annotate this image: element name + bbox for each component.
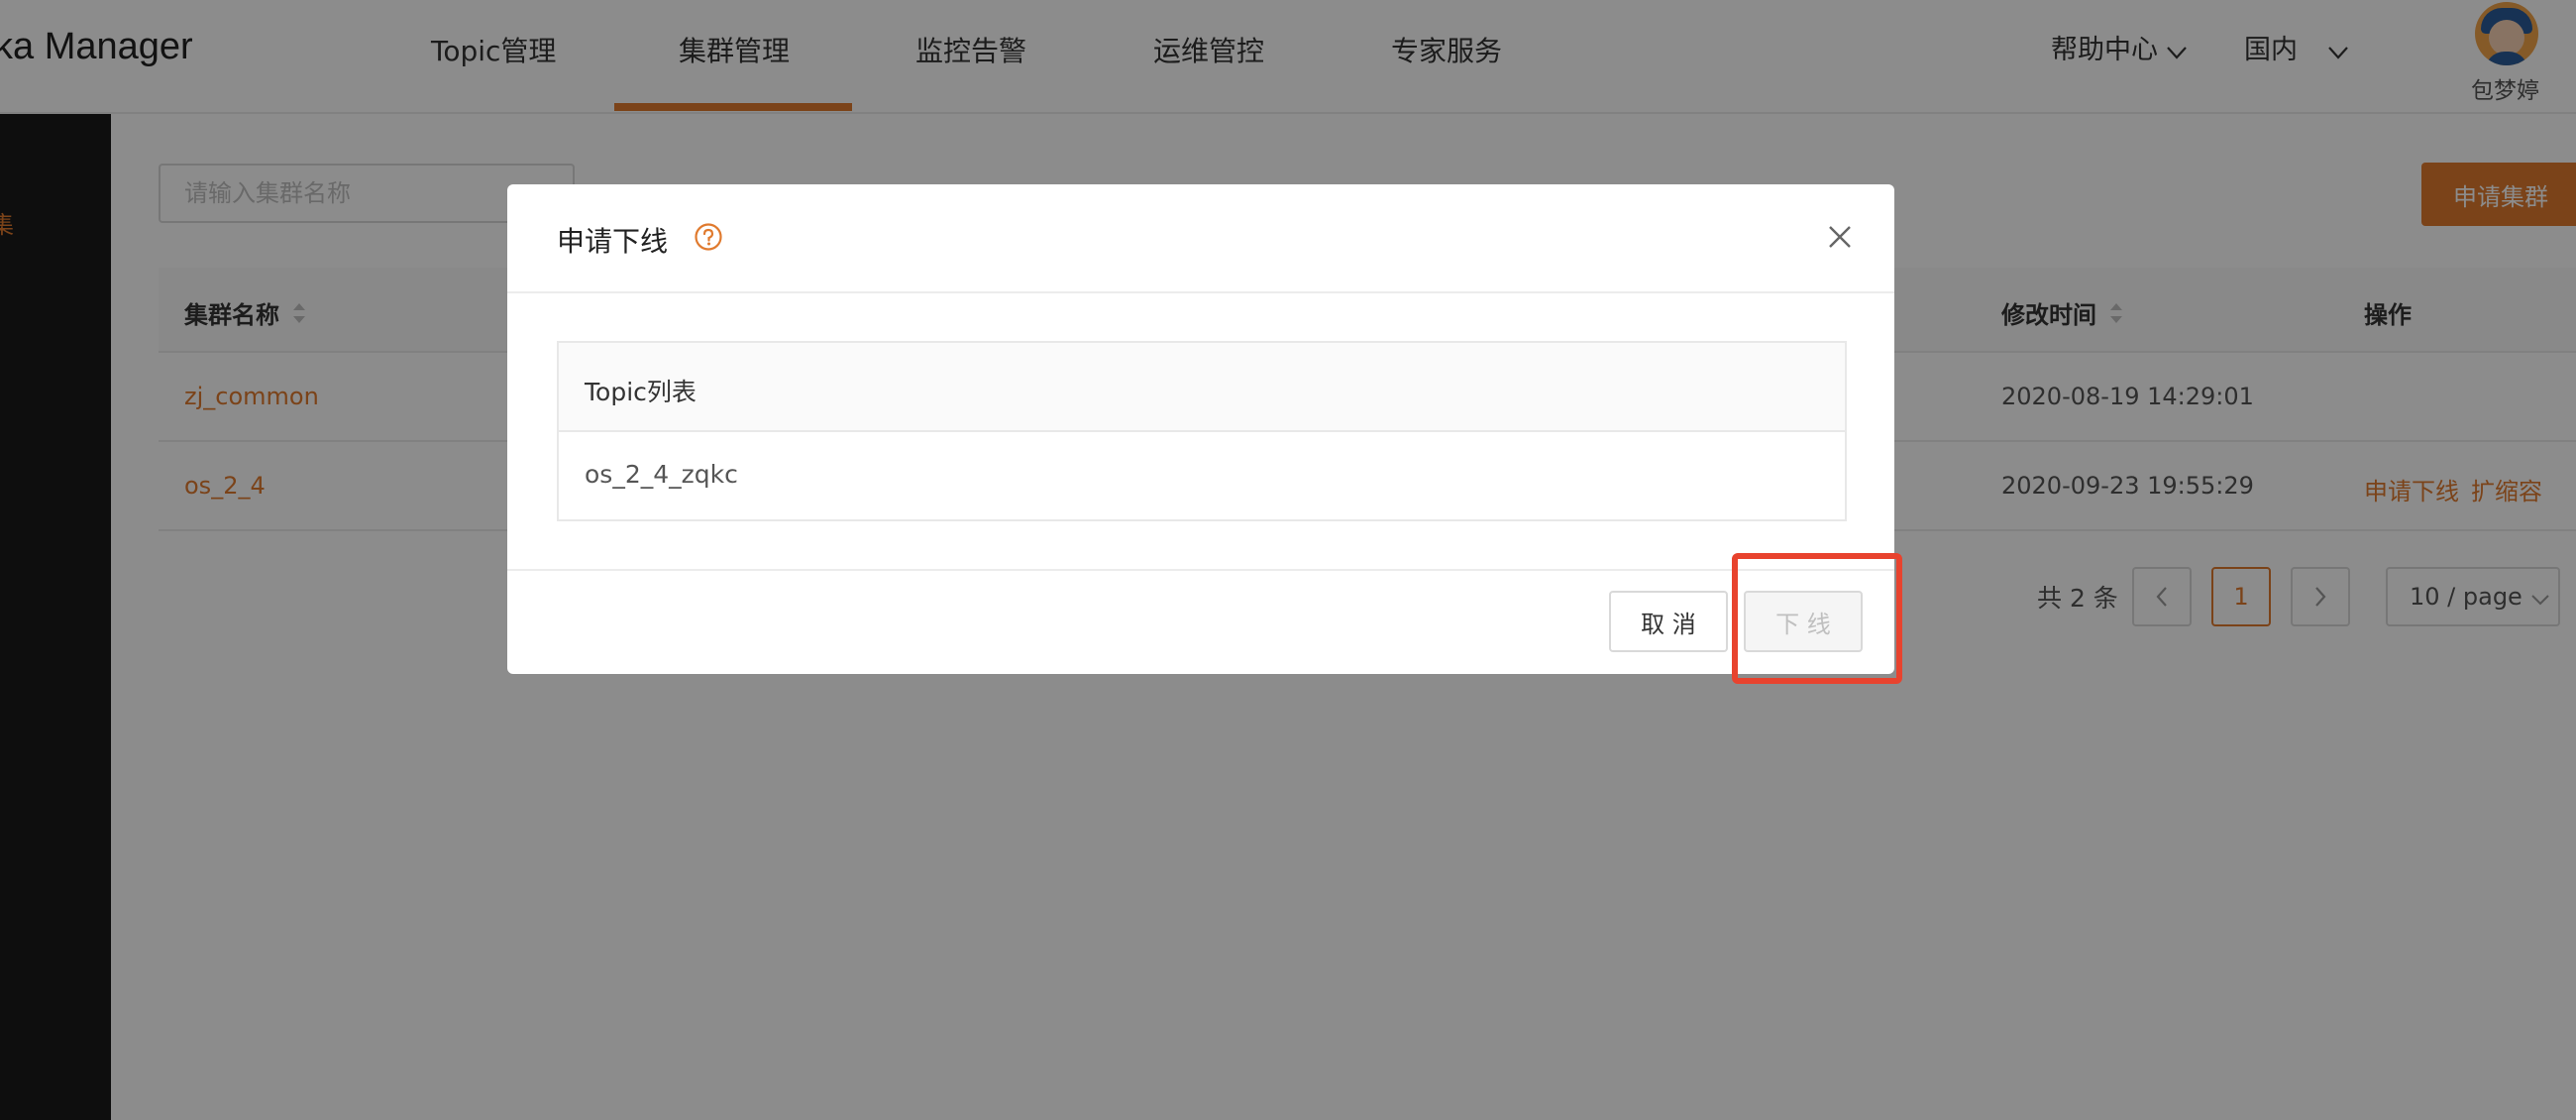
topic-list-table: Topic列表 os_2_4_zqkc xyxy=(557,341,1847,521)
cancel-button[interactable]: 取 消 xyxy=(1609,591,1728,652)
modal-title: 申请下线 xyxy=(557,225,669,258)
modal-header: 申请下线 xyxy=(507,184,1894,293)
request-offline-modal: 申请下线 Topic列表 os_2_4_zqkc 取 消 下 线 xyxy=(507,184,1894,674)
modal-footer-divider xyxy=(507,569,1894,571)
topic-list-header-label: Topic列表 xyxy=(585,378,697,406)
topic-list-item: os_2_4_zqkc xyxy=(585,460,738,489)
close-icon[interactable] xyxy=(1827,224,1853,254)
question-circle-icon[interactable] xyxy=(694,222,723,256)
highlight-annotation xyxy=(1732,553,1902,684)
topic-list-header: Topic列表 xyxy=(559,343,1845,432)
